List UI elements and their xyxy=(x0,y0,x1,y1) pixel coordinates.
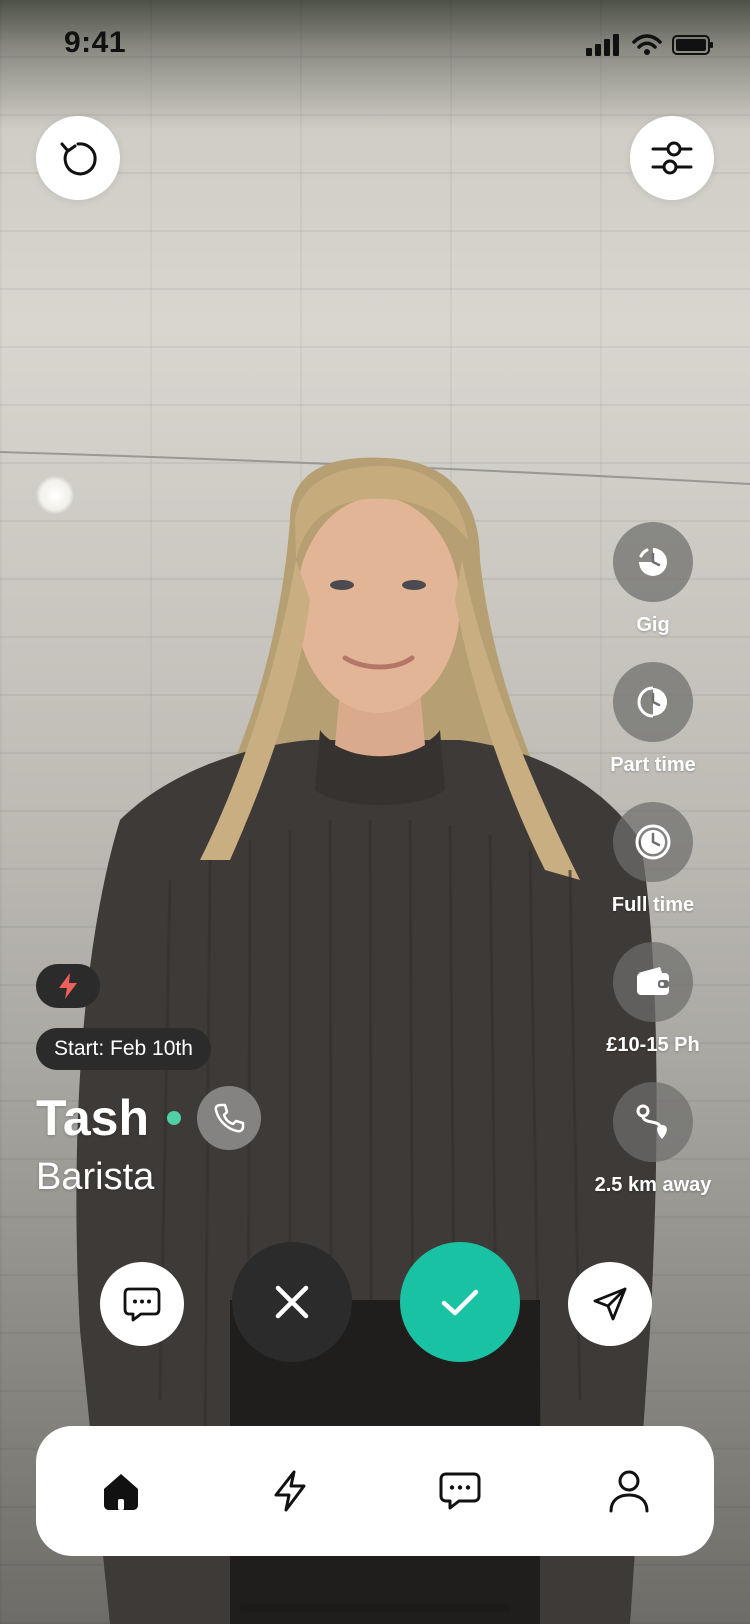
reject-button[interactable] xyxy=(232,1242,352,1362)
filter-button[interactable] xyxy=(630,116,714,200)
clock-full-icon xyxy=(635,824,671,860)
job-type-full-time[interactable]: Full time xyxy=(578,802,728,917)
phone-icon xyxy=(214,1103,245,1133)
swipe-screen: 9:41 Gig Part time Full time £10-15 Ph 2… xyxy=(0,0,750,1624)
send-icon xyxy=(593,1287,627,1321)
chat-icon xyxy=(439,1472,481,1510)
online-status-dot xyxy=(167,1111,181,1125)
wallet-icon xyxy=(637,967,669,995)
pay-rate-label: £10-15 Ph xyxy=(606,1034,700,1056)
name-row: Tash xyxy=(36,1086,261,1150)
clock-half-icon xyxy=(637,686,667,718)
tab-messages[interactable] xyxy=(415,1446,505,1536)
check-icon xyxy=(441,1289,479,1316)
candidate-role: Barista xyxy=(36,1156,155,1198)
job-type-full-time-label: Full time xyxy=(611,894,695,916)
signal-icon xyxy=(586,34,619,56)
route-icon xyxy=(636,1104,667,1139)
job-type-part-time-circle xyxy=(613,662,693,742)
undo-icon xyxy=(60,142,97,176)
boost-badge xyxy=(36,964,100,1008)
status-time: 9:41 xyxy=(64,26,127,59)
pay-rate[interactable]: £10-15 Ph xyxy=(578,942,728,1057)
job-type-gig-label: Gig xyxy=(636,614,670,636)
call-button[interactable] xyxy=(197,1086,261,1150)
tab-boost[interactable] xyxy=(245,1446,335,1536)
pay-rate-circle xyxy=(613,942,693,1022)
string-light xyxy=(0,451,750,485)
light-bulb xyxy=(36,476,74,514)
clock-quarter-icon xyxy=(639,548,667,576)
wifi-icon xyxy=(632,34,662,55)
tab-bar xyxy=(36,1426,714,1556)
send-button[interactable] xyxy=(568,1262,652,1346)
job-type-gig-circle xyxy=(613,522,693,602)
close-icon xyxy=(275,1285,309,1319)
status-bar: 9:41 xyxy=(0,0,750,90)
message-button[interactable] xyxy=(100,1262,184,1346)
home-icon xyxy=(103,1474,138,1510)
distance-circle xyxy=(613,1082,693,1162)
bolt-icon xyxy=(274,1470,306,1512)
chat-icon xyxy=(123,1287,161,1322)
status-icons xyxy=(586,34,714,56)
undo-button[interactable] xyxy=(36,116,120,200)
sliders-icon xyxy=(651,141,693,175)
bolt-icon xyxy=(59,973,77,999)
distance-label: 2.5 km away xyxy=(594,1174,712,1196)
job-type-gig[interactable]: Gig xyxy=(578,522,728,637)
tab-profile[interactable] xyxy=(584,1446,674,1536)
battery-icon xyxy=(672,35,713,55)
distance[interactable]: 2.5 km away xyxy=(578,1082,728,1197)
candidate-name: Tash xyxy=(36,1090,149,1146)
accept-button[interactable] xyxy=(400,1242,520,1362)
start-date: Start: Feb 10th xyxy=(36,1028,211,1070)
user-icon xyxy=(609,1470,649,1513)
job-type-full-time-circle xyxy=(613,802,693,882)
home-indicator xyxy=(240,1604,510,1612)
job-type-part-time[interactable]: Part time xyxy=(578,662,728,777)
job-type-part-time-label: Part time xyxy=(610,754,696,776)
tab-home[interactable] xyxy=(76,1446,166,1536)
